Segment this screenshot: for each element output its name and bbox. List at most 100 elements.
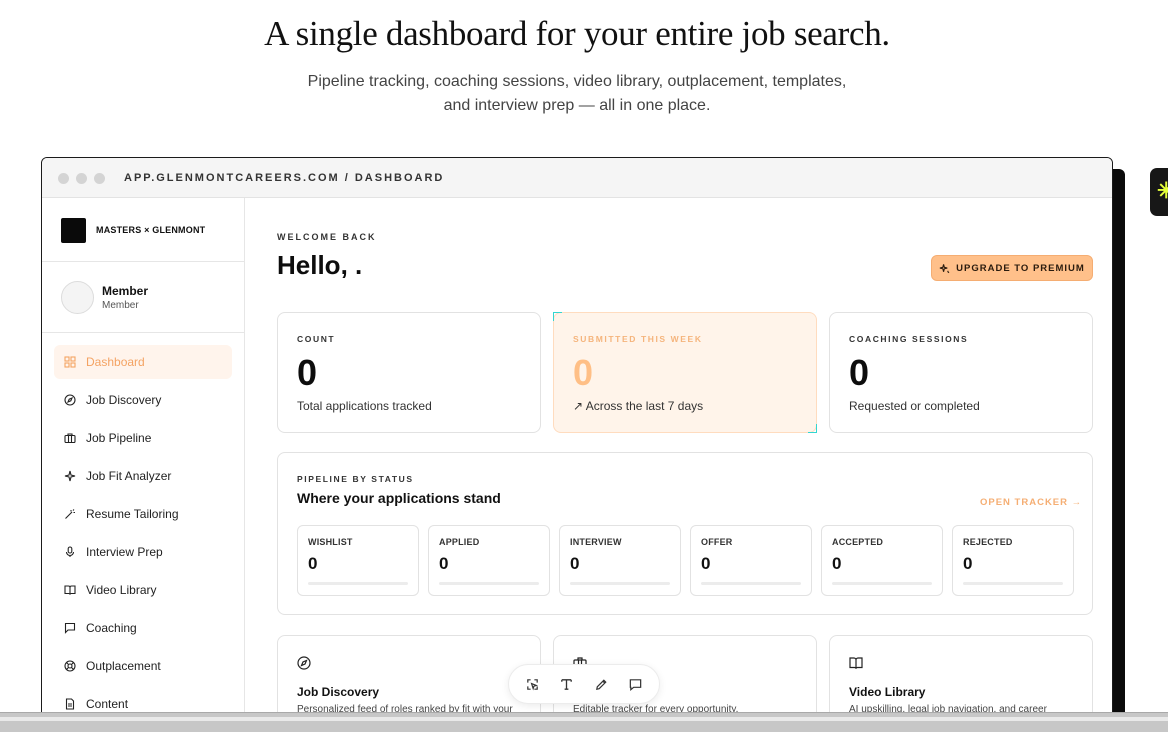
sidebar-item-label: Outplacement [86, 659, 161, 673]
grid-icon [64, 356, 76, 368]
upgrade-button[interactable]: UPGRADE TO PREMIUM [931, 255, 1093, 281]
briefcase-icon [64, 432, 76, 444]
stat-value: 0 [573, 352, 594, 393]
compass-icon [64, 394, 76, 406]
window-dot-maximize[interactable] [94, 173, 105, 184]
sidebar-item-video-library[interactable]: Video Library [54, 573, 232, 607]
sidebar-item-job-pipeline[interactable]: Job Pipeline [54, 421, 232, 455]
status-bar [439, 582, 539, 585]
pen-icon [595, 678, 607, 690]
stat-value: 0 [849, 352, 870, 393]
status-card-offer[interactable]: OFFER 0 [690, 525, 812, 596]
page-title: Hello, . [277, 250, 363, 280]
stat-card-submitted: SUBMITTED THIS WEEK 0 ↗ Across the last … [553, 312, 817, 433]
sidebar-item-job-discovery[interactable]: Job Discovery [54, 383, 232, 417]
window-dot-minimize[interactable] [76, 173, 87, 184]
feature-title: Job Discovery [297, 685, 380, 699]
sidebar-item-label: Content [86, 697, 129, 711]
message-icon [64, 622, 76, 634]
member-role: Member [102, 300, 139, 311]
stat-label: SUBMITTED THIS WEEK [573, 334, 703, 344]
status-bar [701, 582, 801, 585]
member-profile[interactable]: Member Member [42, 262, 244, 333]
status-bar [832, 582, 932, 585]
address-bar-url: APP.GLENMONTCAREERS.COM / DASHBOARD [124, 172, 445, 184]
status-bar [570, 582, 670, 585]
status-bar [963, 582, 1063, 585]
sparkles-icon [64, 470, 76, 482]
status-card-applied[interactable]: APPLIED 0 [428, 525, 550, 596]
window-dot-close[interactable] [58, 173, 69, 184]
status-card-rejected[interactable]: REJECTED 0 [952, 525, 1074, 596]
stat-desc: ↗ Across the last 7 days [573, 399, 704, 413]
sidebar-item-coaching[interactable]: Coaching [54, 611, 232, 645]
hero-subtitle-line-2: and interview prep — all in one place. [443, 97, 711, 114]
stat-label: COACHING SESSIONS [849, 334, 969, 344]
sidebar-nav: Dashboard Job Discovery Job Pipeline Job… [54, 345, 232, 725]
browser-window: APP.GLENMONTCAREERS.COM / DASHBOARD MAST… [41, 157, 1113, 732]
status-name: REJECTED [963, 537, 1013, 547]
stat-value: 0 [297, 352, 318, 393]
side-widget-button[interactable]: ✳ [1150, 168, 1168, 216]
pipeline-panel: PIPELINE BY STATUS Where your applicatio… [277, 452, 1093, 615]
status-name: OFFER [701, 537, 733, 547]
open-tracker-link[interactable]: OPEN TRACKER → [980, 497, 1082, 508]
compass-icon [297, 656, 311, 670]
book-icon [64, 584, 76, 596]
sidebar-item-label: Resume Tailoring [86, 507, 179, 521]
text-icon [561, 678, 573, 690]
stat-desc: Requested or completed [849, 399, 980, 413]
status-value: 0 [570, 554, 580, 573]
feature-title: Video Library [849, 685, 926, 699]
upgrade-label: UPGRADE TO PREMIUM [956, 262, 1085, 274]
brand-logo [61, 218, 86, 243]
status-value: 0 [439, 554, 449, 573]
main-content: WELCOME BACK Hello, . UPGRADE TO PREMIUM… [246, 198, 1112, 732]
stat-card-count: COUNT 0 Total applications tracked [277, 312, 541, 433]
brand-name: MASTERS × GLENMONT [96, 225, 206, 235]
comment-tool-button[interactable] [624, 672, 648, 696]
asterisk-icon: ✳ [1157, 178, 1168, 203]
sidebar-item-label: Job Discovery [86, 393, 162, 407]
sidebar-item-label: Job Fit Analyzer [86, 469, 172, 483]
status-card-wishlist[interactable]: WISHLIST 0 [297, 525, 419, 596]
hero-subtitle-line-1: Pipeline tracking, coaching sessions, vi… [307, 73, 847, 90]
hero-title: A single dashboard for your entire job s… [264, 14, 890, 53]
status-row: WISHLIST 0 APPLIED 0 INTERVIEW 0 OFFER 0 [297, 525, 1074, 596]
sidebar-item-outplacement[interactable]: Outplacement [54, 649, 232, 683]
member-name: Member [102, 284, 149, 298]
status-value: 0 [701, 554, 711, 573]
sidebar-item-label: Coaching [86, 621, 137, 635]
hero-subtitle: Pipeline tracking, coaching sessions, vi… [290, 70, 864, 118]
sidebar-item-resume-tailoring[interactable]: Resume Tailoring [54, 497, 232, 531]
microphone-icon [64, 546, 76, 558]
document-icon [64, 698, 76, 710]
status-card-interview[interactable]: INTERVIEW 0 [559, 525, 681, 596]
lifebuoy-icon [64, 660, 76, 672]
status-name: INTERVIEW [570, 537, 622, 547]
status-name: ACCEPTED [832, 537, 884, 547]
pipeline-title: Where your applications stand [297, 490, 501, 506]
sparkles-icon [939, 263, 950, 273]
status-value: 0 [963, 554, 973, 573]
stat-desc: Total applications tracked [297, 399, 432, 413]
book-icon [849, 657, 863, 669]
status-card-accepted[interactable]: ACCEPTED 0 [821, 525, 943, 596]
sidebar-item-label: Video Library [86, 583, 157, 597]
sidebar-item-job-fit-analyzer[interactable]: Job Fit Analyzer [54, 459, 232, 493]
sidebar-item-label: Job Pipeline [86, 431, 152, 445]
annotation-toolbar [508, 664, 660, 704]
status-name: WISHLIST [308, 537, 353, 547]
pen-tool-button[interactable] [589, 672, 613, 696]
text-tool-button[interactable] [555, 672, 579, 696]
status-value: 0 [832, 554, 842, 573]
sidebar-item-label: Interview Prep [86, 545, 163, 559]
sidebar-item-dashboard[interactable]: Dashboard [54, 345, 232, 379]
select-tool-button[interactable] [520, 672, 544, 696]
stat-label: COUNT [297, 334, 336, 344]
status-name: APPLIED [439, 537, 480, 547]
sidebar-item-interview-prep[interactable]: Interview Prep [54, 535, 232, 569]
avatar [61, 281, 94, 314]
comment-icon [629, 678, 642, 691]
sidebar-item-label: Dashboard [86, 355, 145, 369]
